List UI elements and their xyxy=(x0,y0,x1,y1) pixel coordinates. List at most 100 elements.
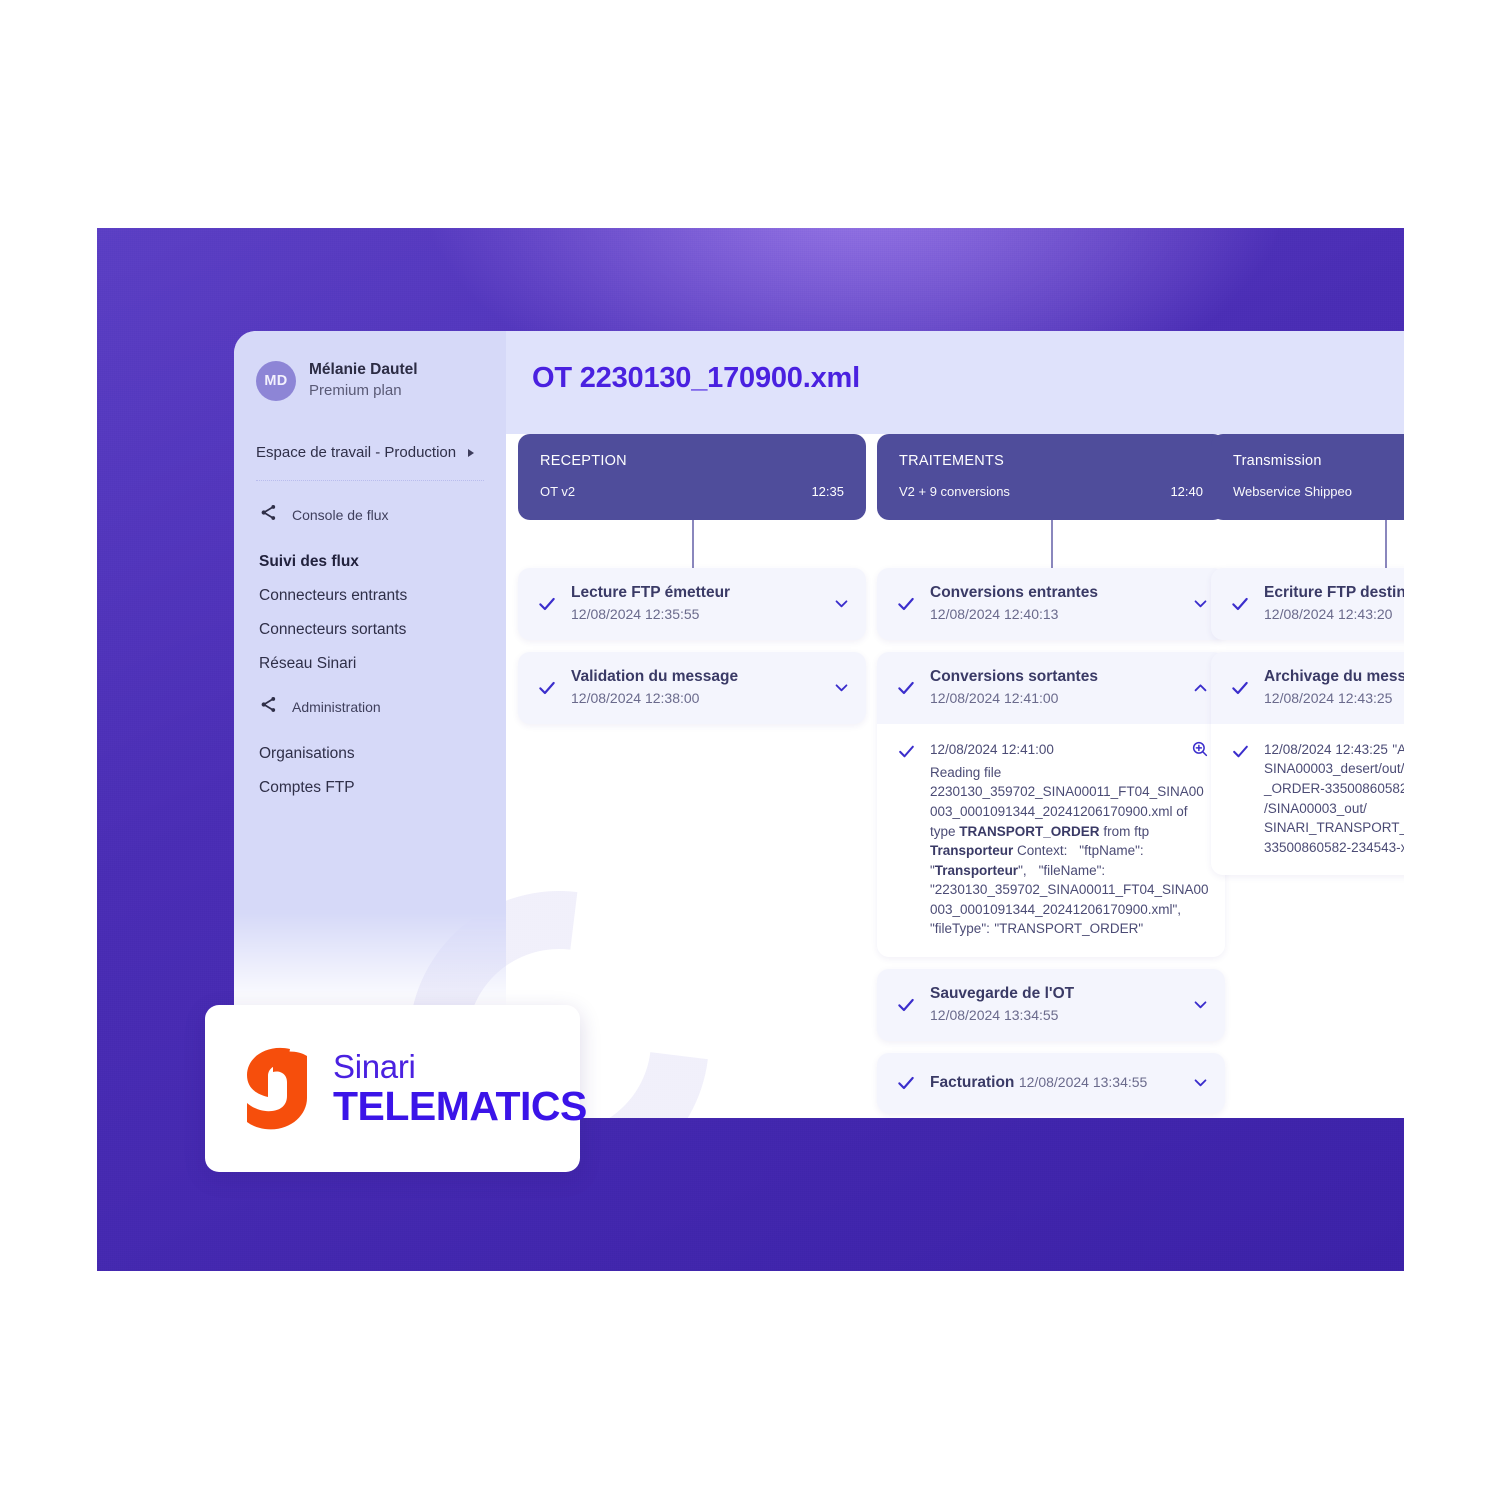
step-title: Ecriture FTP destinataire xyxy=(1264,584,1404,601)
step-title: Validation du message xyxy=(571,667,739,685)
sinari-s-mark-icon xyxy=(243,1046,311,1132)
log-from-label: from ftp xyxy=(1103,823,1150,839)
check-icon xyxy=(1229,677,1251,699)
log-context-ftp-name: Transporteur xyxy=(934,862,1019,878)
log-line-1: Reading file xyxy=(930,764,1002,780)
chevron-down-icon[interactable] xyxy=(832,595,850,613)
column-subtitle: V2 + 9 conversions xyxy=(899,484,1010,499)
share-icon xyxy=(259,695,278,719)
step-card-log: 12/08/2024 12:41:00 Reading file 2230130… xyxy=(877,723,1225,957)
log-context-line: "fileName": xyxy=(1031,862,1106,878)
check-icon xyxy=(895,994,917,1016)
step-title: Sauvegarde de l'OT xyxy=(930,984,1075,1002)
step-card-header[interactable]: Conversions sortantes 12/08/2024 12:41:0… xyxy=(877,652,1225,724)
sidebar-item-reseau-sinari[interactable]: Réseau Sinari xyxy=(234,639,506,673)
column-subtitle: OT v2 xyxy=(540,484,576,499)
app-panel: MD Mélanie Dautel Premium plan Espace de… xyxy=(234,331,1404,1118)
sidebar-item-organisations[interactable]: Organisations xyxy=(234,719,506,763)
column-title: TRAITEMENTS xyxy=(899,453,1005,469)
chevron-up-icon[interactable] xyxy=(1191,679,1209,697)
chevron-right-icon xyxy=(468,448,474,457)
avatar: MD xyxy=(256,360,296,401)
connector-line xyxy=(692,520,694,568)
user-profile[interactable]: MD Mélanie Dautel Premium plan xyxy=(234,331,506,401)
step-card-header[interactable]: Validation du message 12/08/2024 12:38:0… xyxy=(518,652,866,724)
step-card[interactable]: Validation du message 12/08/2024 12:38:0… xyxy=(518,651,866,724)
step-card[interactable]: Facturation 12/08/2024 13:34:55 xyxy=(877,1052,1225,1113)
log-archive-text: "Archived file / SINA00003_desert/out/SI… xyxy=(1264,741,1404,855)
chevron-down-icon[interactable] xyxy=(1191,595,1209,613)
column-header-transmission: Transmission Webservice Shippeo xyxy=(1211,434,1404,520)
check-icon xyxy=(1229,593,1251,615)
step-date: 12/08/2024 13:34:55 xyxy=(1018,1073,1148,1090)
check-icon xyxy=(895,1072,917,1094)
step-card[interactable]: Ecriture FTP destinataire 12/08/2024 12:… xyxy=(1211,568,1404,640)
sidebar-section-console-de-flux: Console de flux xyxy=(234,481,506,527)
sidebar: MD Mélanie Dautel Premium plan Espace de… xyxy=(234,331,506,1008)
column-title: Transmission xyxy=(1233,453,1322,469)
check-icon xyxy=(536,593,558,615)
step-card-header[interactable]: Conversions entrantes 12/08/2024 12:40:1… xyxy=(877,568,1225,640)
step-card-expanded[interactable]: Archivage du message 12/08/2024 12:43:25… xyxy=(1211,651,1404,876)
sidebar-item-suivi-des-flux[interactable]: Suivi des flux xyxy=(234,527,506,571)
log-context-line: "2230130_359702_SINA00011_FT04_SINA00003… xyxy=(930,882,1209,917)
column-header-traitements: TRAITEMENTS V2 + 9 conversions 12:40 xyxy=(877,434,1225,520)
column-time: 12:40 xyxy=(1170,484,1203,499)
user-name: Mélanie Dautel xyxy=(309,361,418,378)
step-title: Conversions sortantes xyxy=(930,667,1098,685)
share-icon xyxy=(259,503,278,527)
chevron-down-icon[interactable] xyxy=(1191,996,1209,1014)
check-icon xyxy=(895,741,917,763)
column-title: RECEPTION xyxy=(540,453,627,469)
magnifier-plus-icon[interactable] xyxy=(1191,740,1209,763)
logo-word-telematics: TELEMATICS xyxy=(333,1083,587,1129)
step-card[interactable]: Conversions entrantes 12/08/2024 12:40:1… xyxy=(877,568,1225,640)
step-date: 12/08/2024 12:35:55 xyxy=(571,605,700,622)
step-card-log: 12/08/2024 12:43:25 "Archived file / SIN… xyxy=(1211,723,1404,876)
flow-board: RECEPTION OT v2 12:35 Lecture FTP émette… xyxy=(506,434,1404,1118)
log-context-line: "TRANSPORT_ORDER" xyxy=(994,921,1144,937)
step-card[interactable]: Lecture FTP émetteur 12/08/2024 12:35:55 xyxy=(518,568,866,640)
brand-logo-card: Sinari TELEMATICS xyxy=(205,1005,587,1172)
step-date: 12/08/2024 12:43:20 xyxy=(1264,605,1393,622)
column-subtitle: Webservice Shippeo xyxy=(1233,484,1352,499)
log-ftp-name: Transporteur xyxy=(930,843,1014,859)
flow-column-traitements: TRAITEMENTS V2 + 9 conversions 12:40 Con… xyxy=(877,434,1225,1118)
connector-line xyxy=(1385,520,1387,568)
step-date: 12/08/2024 12:38:00 xyxy=(571,689,700,706)
user-plan: Premium plan xyxy=(309,381,402,399)
step-date: 12/08/2024 12:40:13 xyxy=(930,605,1059,622)
log-file-type: TRANSPORT_ORDER xyxy=(959,823,1100,839)
step-title: Archivage du message xyxy=(1264,667,1404,685)
column-time: 12:35 xyxy=(811,484,844,499)
flow-column-transmission: Transmission Webservice Shippeo Ecriture… xyxy=(1211,434,1404,887)
connector-line xyxy=(1051,520,1053,568)
flow-column-reception: RECEPTION OT v2 12:35 Lecture FTP émette… xyxy=(518,434,866,736)
column-header-reception: RECEPTION OT v2 12:35 xyxy=(518,434,866,520)
step-card-expanded[interactable]: Conversions sortantes 12/08/2024 12:41:0… xyxy=(877,651,1225,957)
sidebar-item-connecteurs-sortants[interactable]: Connecteurs sortants xyxy=(234,605,506,639)
chevron-down-icon[interactable] xyxy=(832,679,850,697)
step-card-header[interactable]: Sauvegarde de l'OT 12/08/2024 13:34:55 xyxy=(877,969,1225,1041)
logo-word-sinari: Sinari xyxy=(333,1048,416,1085)
step-card[interactable]: Sauvegarde de l'OT 12/08/2024 13:34:55 xyxy=(877,968,1225,1041)
step-title: Lecture FTP émetteur xyxy=(571,584,731,601)
step-card-header[interactable]: Ecriture FTP destinataire 12/08/2024 12:… xyxy=(1211,568,1404,640)
sidebar-item-comptes-ftp[interactable]: Comptes FTP xyxy=(234,763,506,797)
workspace-label: Espace de travail - Production xyxy=(256,444,457,462)
sidebar-section-label: Administration xyxy=(292,699,381,716)
step-date: 12/08/2024 12:43:25 xyxy=(1264,689,1393,706)
check-icon xyxy=(895,677,917,699)
step-card-header[interactable]: Facturation 12/08/2024 13:34:55 xyxy=(877,1053,1225,1113)
check-icon xyxy=(895,593,917,615)
step-card-header[interactable]: Archivage du message 12/08/2024 12:43:25 xyxy=(1211,652,1404,724)
log-timestamp: 12/08/2024 12:41:00 xyxy=(930,741,1054,757)
check-icon xyxy=(1229,741,1251,763)
step-card-header[interactable]: Lecture FTP émetteur 12/08/2024 12:35:55 xyxy=(518,568,866,640)
step-title: Facturation xyxy=(930,1073,1015,1091)
sidebar-item-connecteurs-entrants[interactable]: Connecteurs entrants xyxy=(234,571,506,605)
log-context-label: Context: xyxy=(1017,843,1068,859)
chevron-down-icon[interactable] xyxy=(1191,1074,1209,1092)
step-title: Conversions entrantes xyxy=(930,584,1098,601)
workspace-selector[interactable]: Espace de travail - Production xyxy=(256,444,482,461)
